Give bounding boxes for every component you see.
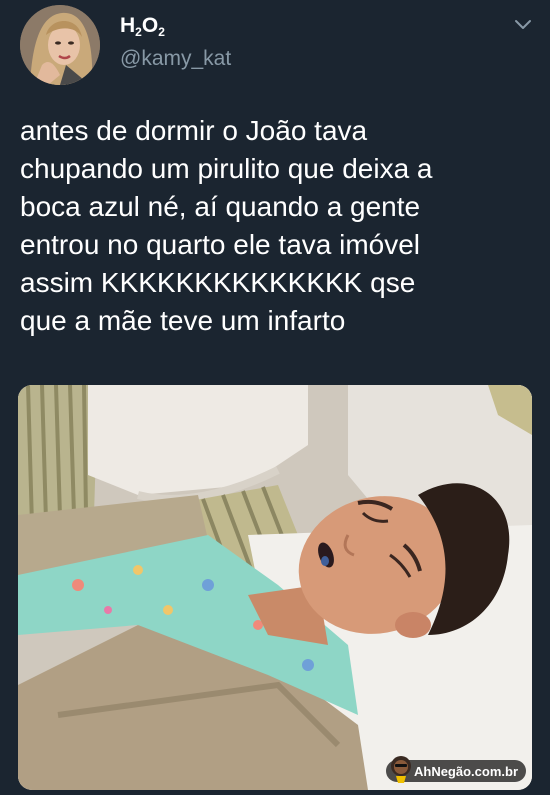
- watermark-text: AhNegão.com.br: [413, 763, 518, 779]
- display-name-part: H: [120, 14, 136, 37]
- watermark-logo-icon: [390, 756, 411, 783]
- display-name-subscript: 2: [158, 25, 165, 39]
- tweet-text-line: antes de dormir o João tava: [20, 115, 368, 146]
- tweet-text: antes de dormir o João tava chupando um …: [20, 112, 532, 340]
- tweet-text-line: que a mãe teve um infarto: [20, 305, 346, 336]
- tweet-text-line: chupando um pirulito que deixa a: [20, 153, 433, 184]
- display-name-subscript: 2: [135, 25, 142, 39]
- chevron-down-icon[interactable]: [514, 18, 532, 30]
- user-handle[interactable]: @kamy_kat: [120, 47, 231, 71]
- tweet-photo[interactable]: AhNegão.com.br: [18, 385, 532, 790]
- watermark: AhNegão.com.br: [385, 756, 526, 783]
- display-name[interactable]: H2O2: [120, 14, 165, 38]
- tweet-text-line: entrou no quarto ele tava imóvel: [20, 229, 421, 260]
- tweet-text-line: assim KKKKKKKKKKKKKK qse: [20, 267, 416, 298]
- tweet-text-line: boca azul né, aí quando a gente: [20, 191, 421, 222]
- display-name-part: O: [141, 14, 159, 37]
- avatar[interactable]: [20, 5, 100, 85]
